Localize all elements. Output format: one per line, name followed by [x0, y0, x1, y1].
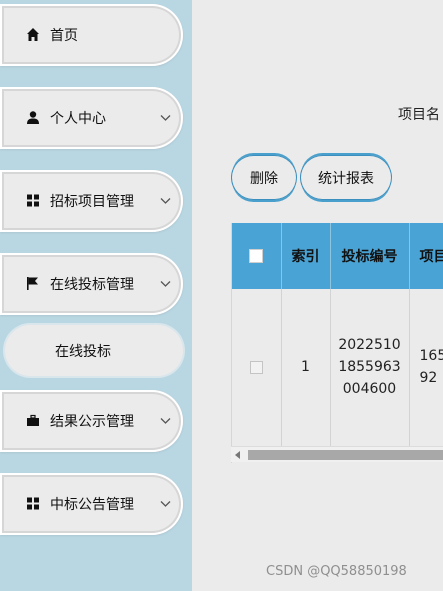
- row-checkbox[interactable]: [249, 360, 263, 374]
- project-line: 165: [419, 348, 443, 365]
- chevron-down-icon[interactable]: [160, 500, 171, 508]
- nav-subitem-label: 在线投标: [55, 344, 111, 360]
- chevron-down-icon[interactable]: [160, 280, 171, 288]
- column-header-project[interactable]: 项目: [409, 223, 443, 289]
- index-cell: 1: [281, 289, 331, 447]
- main-content: 项目名 删除 统计报表 索引 投标编号 项目 1 20225: [192, 0, 443, 591]
- watermark: CSDN @QQ58850198: [266, 564, 407, 579]
- nav-item-label: 中标公告管理: [50, 497, 134, 513]
- sidebar: 首页 个人中心 招标项目管理 在线投标管理 在线投标 结果公示管理 中标公告管理: [0, 0, 192, 591]
- briefcase-icon: [27, 414, 39, 426]
- chevron-down-icon[interactable]: [160, 417, 171, 425]
- project-name-search-label: 项目名: [398, 107, 440, 123]
- statistics-report-button[interactable]: 统计报表: [300, 155, 392, 200]
- nav-item-label: 结果公示管理: [50, 414, 134, 430]
- nav-item-result-publicity-management[interactable]: 结果公示管理: [0, 390, 183, 452]
- bid-number-line: 004600: [342, 381, 397, 398]
- table-row[interactable]: 1 2022510 1855963 004600 165 92: [232, 289, 443, 447]
- scroll-left-arrow-icon[interactable]: [235, 451, 240, 459]
- select-all-header: [232, 223, 282, 289]
- select-all-checkbox[interactable]: [249, 249, 264, 263]
- bid-number-cell: 2022510 1855963 004600: [330, 289, 410, 447]
- bid-number-line: 1855963: [338, 359, 401, 376]
- nav-subitem-online-bid[interactable]: 在线投标: [5, 325, 183, 376]
- table-header-row: 索引 投标编号 项目: [232, 223, 443, 289]
- home-icon: [27, 28, 39, 41]
- column-header-index[interactable]: 索引: [281, 223, 331, 289]
- nav-item-label: 在线投标管理: [50, 277, 134, 293]
- grid-icon: [27, 194, 39, 207]
- nav-item-online-bid-management[interactable]: 在线投标管理: [0, 253, 183, 315]
- scrollbar-thumb[interactable]: [248, 450, 443, 460]
- nav-item-label: 招标项目管理: [50, 194, 134, 210]
- nav-item-bid-project-management[interactable]: 招标项目管理: [0, 170, 183, 232]
- horizontal-scrollbar[interactable]: [231, 446, 443, 462]
- nav-item-home[interactable]: 首页: [0, 4, 183, 66]
- nav-item-label: 个人中心: [50, 111, 106, 127]
- grid-icon: [27, 497, 39, 510]
- chevron-down-icon[interactable]: [160, 114, 171, 122]
- chevron-down-icon[interactable]: [160, 197, 171, 205]
- data-table: 索引 投标编号 项目 1 2022510 1855963 004600 165: [231, 223, 443, 463]
- project-line: 92: [419, 370, 438, 387]
- nav-item-award-notice-management[interactable]: 中标公告管理: [0, 473, 183, 535]
- bid-number-line: 2022510: [338, 337, 401, 354]
- project-cell: 165 92: [409, 289, 443, 447]
- nav-item-personal-center[interactable]: 个人中心: [0, 87, 183, 149]
- user-icon: [27, 111, 39, 124]
- row-select-cell: [232, 289, 282, 447]
- delete-button[interactable]: 删除: [231, 155, 297, 200]
- nav-item-label: 首页: [50, 28, 78, 44]
- column-header-bid-number[interactable]: 投标编号: [330, 223, 410, 289]
- flag-icon: [27, 277, 38, 290]
